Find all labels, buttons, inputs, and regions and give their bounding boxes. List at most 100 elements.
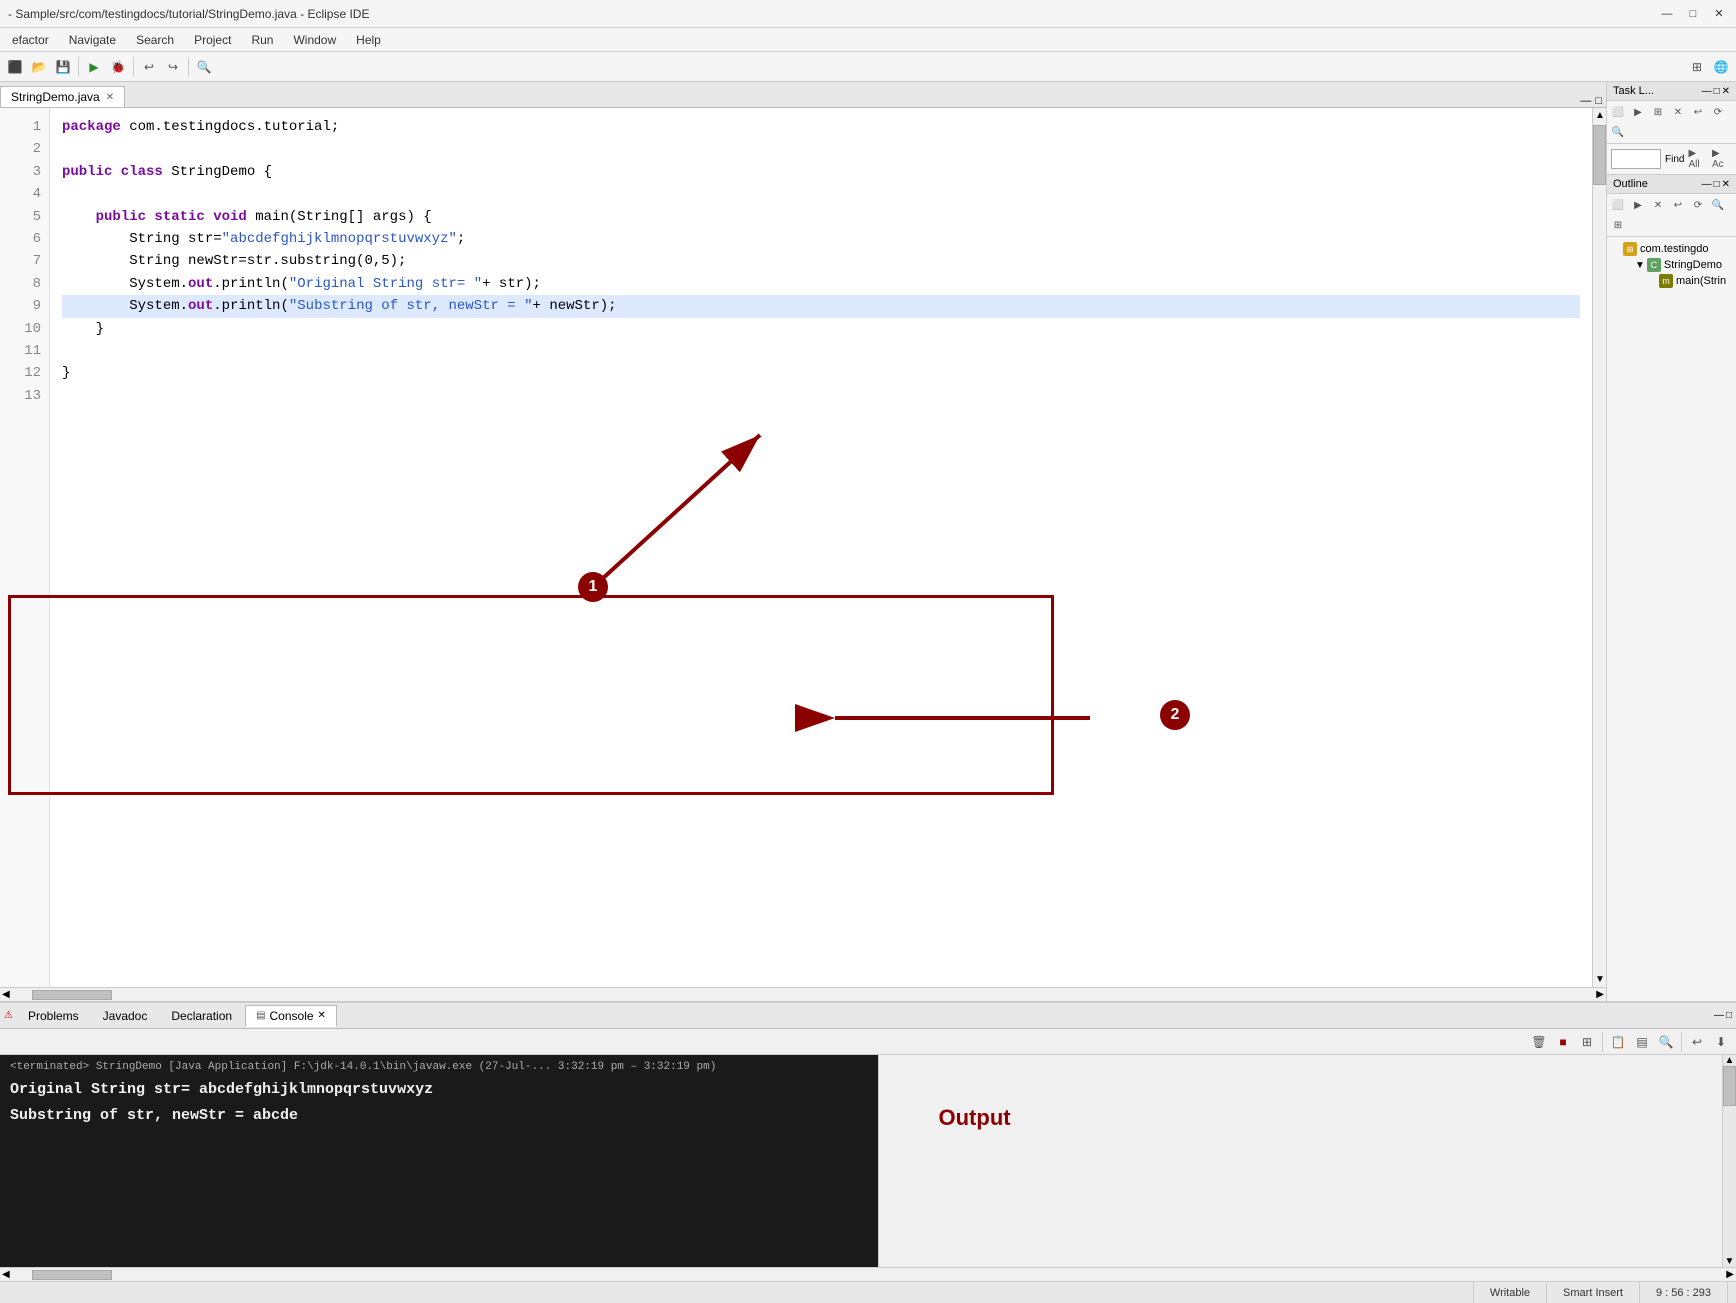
undo-btn[interactable]: ↩ (138, 56, 160, 78)
bottom-hscroll-right[interactable]: ▶ (1724, 1269, 1736, 1280)
task-min-btn[interactable]: — (1702, 86, 1712, 97)
menu-search[interactable]: Search (128, 31, 182, 49)
editor-vscrollbar[interactable]: ▲ ▼ (1592, 108, 1606, 987)
task-btn3[interactable]: ⊞ (1649, 103, 1667, 121)
hscroll-thumb[interactable] (32, 990, 112, 1000)
task-btn1[interactable]: ⬜ (1609, 103, 1627, 121)
task-btn7[interactable]: 🔍 (1609, 123, 1627, 141)
code-content[interactable]: package com.testingdocs.tutorial; public… (50, 108, 1592, 987)
outline-item-method[interactable]: m main(Strin (1611, 273, 1732, 289)
code-line-11 (62, 340, 1580, 362)
console-btn8[interactable]: ⬇ (1710, 1031, 1732, 1053)
console-btn7[interactable]: ↩ (1686, 1031, 1708, 1053)
hscroll-left-btn[interactable]: ◀ (0, 989, 12, 1000)
outline-panel-header: Outline — □ ✕ (1607, 175, 1736, 194)
bottom-hscroll-thumb[interactable] (32, 1270, 112, 1280)
find-ac-btn[interactable]: ▶ Ac (1712, 148, 1732, 170)
console-stop-btn[interactable]: ■ (1552, 1031, 1574, 1053)
outline-min-btn[interactable]: — (1702, 179, 1712, 190)
tab-problems[interactable]: Problems (17, 1005, 90, 1027)
outline-btn6[interactable]: 🔍 (1709, 196, 1727, 214)
console-btn5[interactable]: ▤ (1631, 1031, 1653, 1053)
tab-declaration[interactable]: Declaration (160, 1005, 243, 1027)
scroll-up-btn[interactable]: ▲ (1593, 108, 1606, 123)
outline-max-btn[interactable]: □ (1714, 179, 1720, 190)
open-btn[interactable]: 📂 (28, 56, 50, 78)
bottom-hscroll-left[interactable]: ◀ (0, 1269, 12, 1280)
outline-panel-title: Outline (1613, 178, 1648, 190)
console-btn3[interactable]: ⊞ (1576, 1031, 1598, 1053)
find-all-btn[interactable]: ▶ All (1688, 148, 1708, 170)
console-vscrollbar[interactable]: ▲ ▼ (1722, 1055, 1736, 1267)
task-btn6[interactable]: ⟳ (1709, 103, 1727, 121)
menu-refactor[interactable]: efactor (4, 31, 57, 49)
code-editor[interactable]: 1 2 3 4 5 6 7 8 9 10 11 12 13 package co… (0, 108, 1606, 987)
console-tabs: ⚠ Problems Javadoc Declaration ▤ Console… (0, 1003, 1736, 1029)
minimize-btn[interactable]: — (1658, 5, 1676, 23)
bottom-hscrollbar[interactable]: ◀ ▶ (0, 1267, 1736, 1281)
console-output-1: Original String str= abcdefghijklmnopqrs… (10, 1077, 868, 1103)
menu-help[interactable]: Help (348, 31, 389, 49)
console-min-btn[interactable]: — (1714, 1010, 1724, 1021)
menu-project[interactable]: Project (186, 31, 239, 49)
method-icon: m (1659, 274, 1673, 288)
code-line-12: } (62, 362, 1580, 384)
find-input[interactable] (1611, 149, 1661, 169)
menu-window[interactable]: Window (285, 31, 344, 49)
new-btn[interactable]: ⬛ (4, 56, 26, 78)
tab-close-icon[interactable]: ✕ (106, 92, 114, 103)
outline-btn4[interactable]: ↩ (1669, 196, 1687, 214)
code-line-10: } (62, 318, 1580, 340)
console-main: <terminated> StringDemo [Java Applicatio… (0, 1055, 1736, 1267)
redo-btn[interactable]: ↪ (162, 56, 184, 78)
console-scroll-thumb[interactable] (1723, 1066, 1736, 1106)
console-btn6[interactable]: 🔍 (1655, 1031, 1677, 1053)
editor-max-btn[interactable]: □ (1595, 95, 1602, 107)
outline-btn3[interactable]: ✕ (1649, 196, 1667, 214)
title-bar: - Sample/src/com/testingdocs/tutorial/St… (0, 0, 1736, 28)
task-btn4[interactable]: ✕ (1669, 103, 1687, 121)
console-scroll-up[interactable]: ▲ (1723, 1055, 1736, 1066)
scroll-thumb[interactable] (1593, 125, 1606, 185)
tab-javadoc[interactable]: Javadoc (92, 1005, 159, 1027)
outline-btn1[interactable]: ⬜ (1609, 196, 1627, 214)
code-line-1: package com.testingdocs.tutorial; (62, 116, 1580, 138)
editor-tab-stringdemo[interactable]: StringDemo.java ✕ (0, 86, 125, 107)
menu-navigate[interactable]: Navigate (61, 31, 124, 49)
outline-item-class[interactable]: ▼ C StringDemo (1611, 257, 1732, 273)
workspace-btn[interactable]: 🌐 (1710, 56, 1732, 78)
outline-close-btn[interactable]: ✕ (1722, 179, 1730, 190)
outline-item-package[interactable]: ⊞ com.testingdo (1611, 241, 1732, 257)
maximize-btn[interactable]: □ (1684, 5, 1702, 23)
scroll-down-btn[interactable]: ▼ (1593, 972, 1606, 987)
task-toolbar: ⬜ ▶ ⊞ ✕ ↩ ⟳ 🔍 (1607, 101, 1736, 144)
bottom-area: ⚠ Problems Javadoc Declaration ▤ Console… (0, 1001, 1736, 1281)
outline-btn2[interactable]: ▶ (1629, 196, 1647, 214)
task-close-btn[interactable]: ✕ (1722, 86, 1730, 97)
task-panel-header: Task L... — □ ✕ (1607, 82, 1736, 101)
outline-btn7[interactable]: ⊞ (1609, 216, 1627, 234)
console-btn4[interactable]: 📋 (1607, 1031, 1629, 1053)
editor-min-btn[interactable]: — (1580, 95, 1591, 107)
console-clear-btn[interactable]: 🗑 (1528, 1031, 1550, 1053)
status-bar: Writable Smart Insert 9 : 56 : 293 (0, 1281, 1736, 1303)
perspectives-btn[interactable]: ⊞ (1686, 56, 1708, 78)
menu-run[interactable]: Run (243, 31, 281, 49)
tab-console[interactable]: ▤ Console ✕ (245, 1005, 337, 1027)
task-max-btn[interactable]: □ (1714, 86, 1720, 97)
run-btn[interactable]: ▶ (83, 56, 105, 78)
hscroll-right-btn[interactable]: ▶ (1594, 989, 1606, 1000)
save-btn[interactable]: 💾 (52, 56, 74, 78)
task-btn5[interactable]: ↩ (1689, 103, 1707, 121)
debug-btn[interactable]: 🐞 (107, 56, 129, 78)
outline-class-label: StringDemo (1664, 259, 1722, 271)
console-max-btn[interactable]: □ (1726, 1010, 1732, 1021)
search-toolbar-btn[interactable]: 🔍 (193, 56, 215, 78)
close-btn[interactable]: ✕ (1710, 5, 1728, 23)
console-scroll-down[interactable]: ▼ (1723, 1256, 1736, 1267)
outline-btn5[interactable]: ⟳ (1689, 196, 1707, 214)
console-tab-close[interactable]: ✕ (318, 1010, 326, 1021)
task-btn2[interactable]: ▶ (1629, 103, 1647, 121)
editor-hscrollbar[interactable]: ◀ ▶ (0, 987, 1606, 1001)
window-controls: — □ ✕ (1658, 5, 1728, 23)
